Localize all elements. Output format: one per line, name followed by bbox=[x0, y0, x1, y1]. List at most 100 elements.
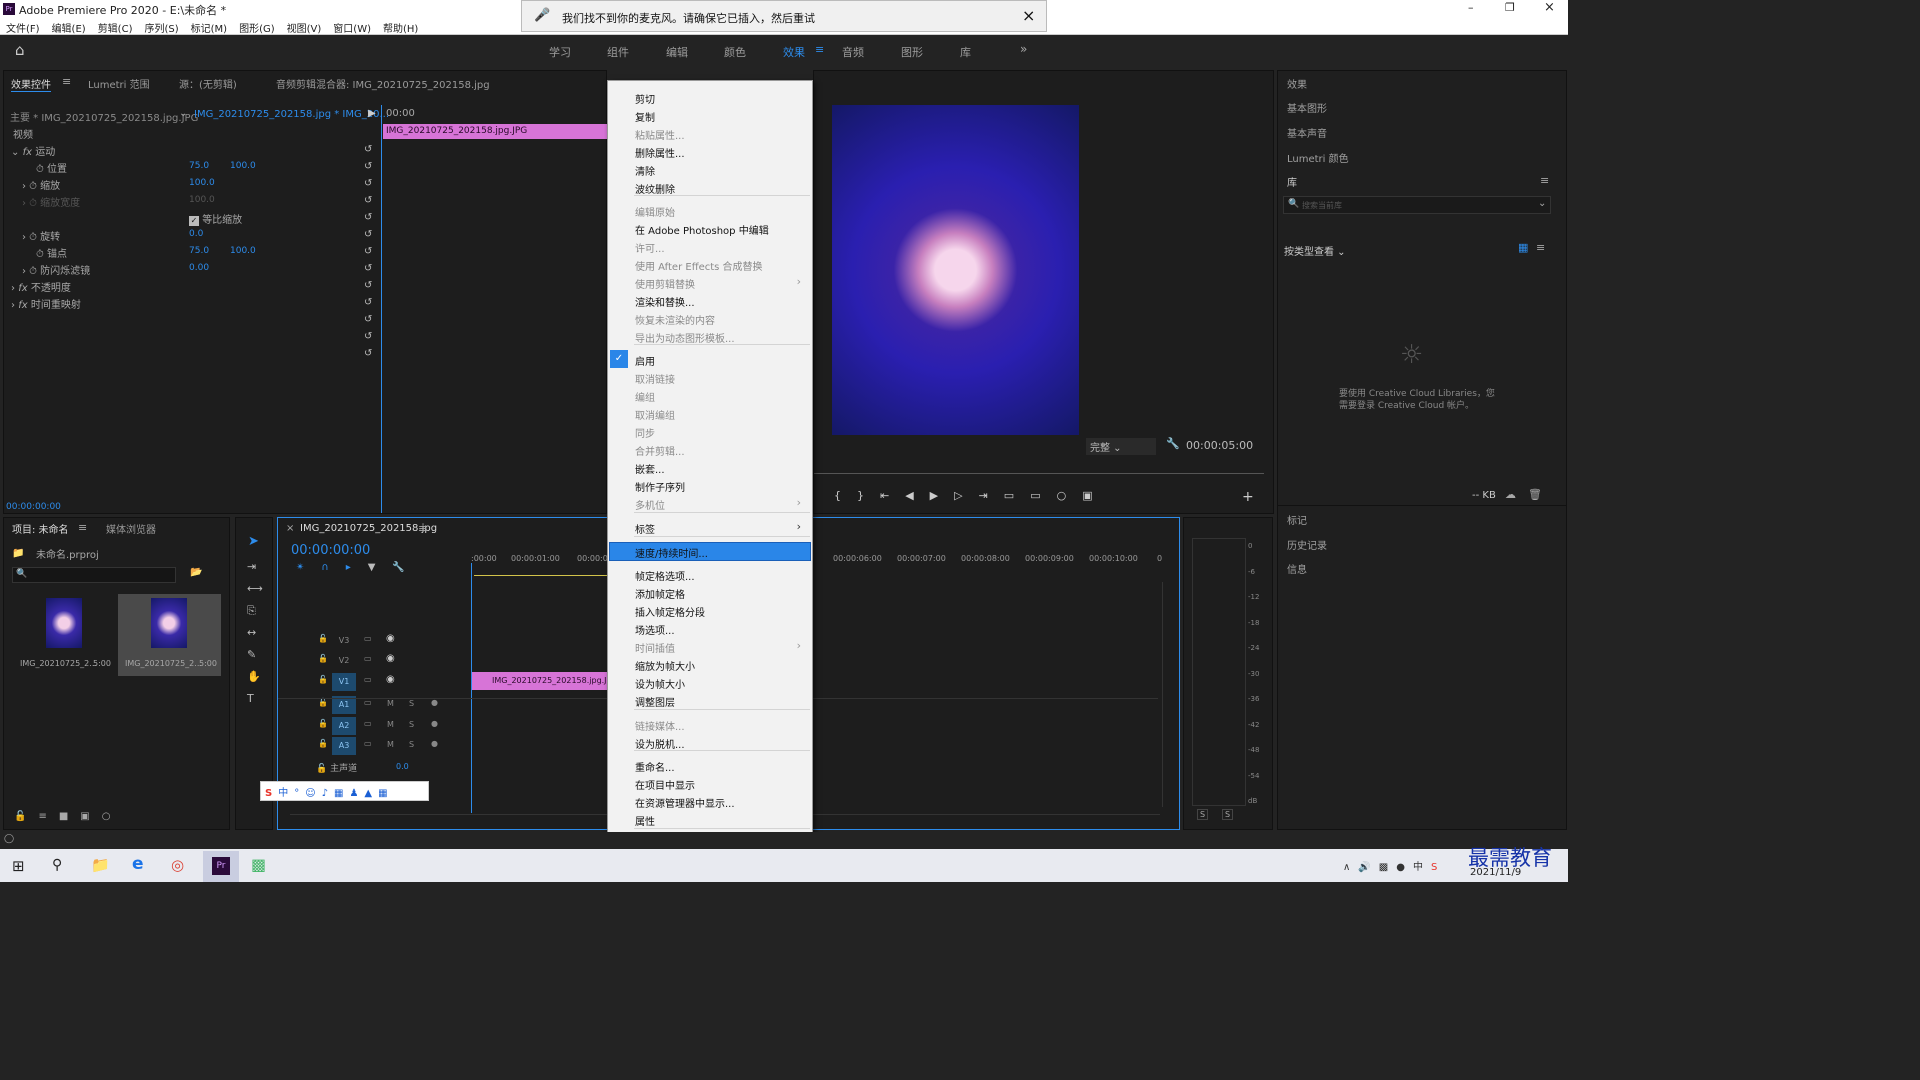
context-menu-item[interactable]: 在 Adobe Photoshop 中编辑 bbox=[610, 220, 810, 237]
context-menu-item[interactable]: 清除 bbox=[610, 161, 810, 178]
wrench-icon[interactable]: 🔧 bbox=[1166, 437, 1180, 450]
fx-motion[interactable]: ⌄ fx 运动 bbox=[11, 143, 55, 158]
windows-start-icon[interactable]: ⊞ bbox=[12, 857, 25, 875]
context-menu-item[interactable]: 设为帧大小 bbox=[610, 674, 810, 691]
new-bin-icon[interactable]: 📂 bbox=[190, 567, 202, 578]
track-label[interactable]: V1 bbox=[332, 673, 356, 691]
panel-effects[interactable]: 效果 bbox=[1287, 76, 1307, 91]
more-workspaces-icon[interactable]: » bbox=[1020, 42, 1027, 56]
context-menu-item[interactable]: 插入帧定格分段 bbox=[610, 602, 810, 619]
library-menu-icon[interactable]: ≡ bbox=[1540, 174, 1549, 187]
anchor-x[interactable]: 75.0 bbox=[189, 246, 209, 256]
timeline-clip[interactable]: IMG_20210725_202158.jpg.JPG bbox=[472, 672, 618, 690]
menu-item[interactable]: 图形(G) bbox=[239, 24, 275, 35]
project-footer-icons[interactable]: 🔓≡■▣○ bbox=[14, 811, 122, 822]
context-menu-item[interactable]: 速度/持续时间... bbox=[609, 542, 811, 561]
panel-markers[interactable]: 标记 bbox=[1287, 512, 1307, 527]
trash-icon[interactable]: 🗑 bbox=[1528, 488, 1542, 501]
lock-icon[interactable]: 🔓 bbox=[318, 675, 328, 684]
project-item-1[interactable]: IMG_20210725_2... 5:00 bbox=[12, 594, 115, 676]
sync-lock-icon[interactable]: ▭ bbox=[364, 698, 372, 707]
workspace-learn[interactable]: 学习 bbox=[549, 44, 571, 60]
eye-icon[interactable]: ◉ bbox=[386, 653, 395, 664]
menu-item[interactable]: 剪辑(C) bbox=[98, 24, 133, 35]
sync-lock-icon[interactable]: ▭ bbox=[364, 675, 372, 684]
vertical-scrollbar[interactable] bbox=[1162, 582, 1170, 807]
context-menu-item[interactable]: 属性 bbox=[610, 811, 810, 828]
menu-item[interactable]: 标记(M) bbox=[191, 24, 227, 35]
library-search[interactable]: 🔍 搜索当前库 ⌄ bbox=[1283, 196, 1551, 214]
search-icon[interactable]: ⚲ bbox=[52, 857, 62, 873]
microphone-icon[interactable]: ● bbox=[431, 698, 438, 707]
solo-right-button[interactable]: S bbox=[1222, 809, 1234, 820]
context-menu-item[interactable]: 启用 ✓ bbox=[610, 350, 810, 368]
grid-view-icon[interactable]: ▦ bbox=[1518, 241, 1528, 254]
context-menu-item[interactable]: 在项目中显示 bbox=[610, 775, 810, 792]
home-icon[interactable]: ⌂ bbox=[15, 41, 25, 59]
solo-button[interactable]: S bbox=[409, 740, 414, 749]
context-menu-item[interactable]: 嵌套... bbox=[610, 459, 810, 476]
sequence-tab[interactable]: IMG_20210725_202158.jpg bbox=[300, 523, 437, 534]
fit-dropdown[interactable]: 完整 ⌄ bbox=[1086, 438, 1156, 455]
file-explorer-icon[interactable]: 📁 bbox=[91, 856, 110, 874]
context-menu-item[interactable]: 渲染和替换... bbox=[610, 292, 810, 309]
sequence-menu-icon[interactable]: ≡ bbox=[418, 522, 427, 535]
lock-icon[interactable]: 🔓 bbox=[318, 634, 328, 643]
close-icon[interactable]: × bbox=[1544, 0, 1555, 15]
timeline-ruler[interactable]: :00:00 00:00:01:00 00:00:0 00:00:06:00 00:00… bbox=[471, 554, 1162, 574]
notification-close-icon[interactable]: × bbox=[1022, 6, 1035, 25]
microphone-icon[interactable]: ● bbox=[431, 739, 438, 748]
selection-tool-icon[interactable]: ➤ bbox=[248, 534, 259, 549]
close-tab-icon[interactable]: × bbox=[286, 523, 294, 534]
anchor-y[interactable]: 100.0 bbox=[230, 246, 256, 256]
panel-history[interactable]: 历史记录 bbox=[1287, 537, 1327, 552]
sync-lock-icon[interactable]: ▭ bbox=[364, 719, 372, 728]
sequence-clip-label[interactable]: IMG_20210725_202158.jpg * IMG_20... bbox=[194, 109, 389, 120]
minimize-icon[interactable]: – bbox=[1468, 1, 1474, 14]
fx-opacity[interactable]: › fx 不透明度 bbox=[11, 279, 71, 294]
context-menu-item[interactable]: 在资源管理器中显示... bbox=[610, 793, 810, 810]
eye-icon[interactable]: ◉ bbox=[386, 633, 395, 644]
eye-icon[interactable]: ◉ bbox=[386, 674, 395, 685]
panel-info[interactable]: 信息 bbox=[1287, 561, 1307, 576]
fx-time-remap[interactable]: › fx 时间重映射 bbox=[11, 296, 81, 311]
workspace-assembly[interactable]: 组件 bbox=[607, 44, 629, 60]
master-clip-label[interactable]: 主要 * IMG_20210725_202158.jpg.JPG bbox=[10, 109, 198, 124]
mute-button[interactable]: M bbox=[387, 699, 394, 708]
lock-icon[interactable]: 🔓 bbox=[318, 719, 328, 728]
context-menu-item[interactable]: 重命名... bbox=[610, 757, 810, 774]
view-by-type[interactable]: 按类型查看 ⌄ bbox=[1284, 243, 1346, 258]
tab-effect-controls[interactable]: 效果控件 bbox=[11, 76, 51, 92]
panel-libraries[interactable]: 库 bbox=[1287, 174, 1297, 189]
tab-lumetri-scopes[interactable]: Lumetri 范围 bbox=[88, 76, 150, 91]
premiere-taskbar-icon[interactable]: Pr bbox=[203, 851, 239, 882]
flicker-value[interactable]: 0.00 bbox=[189, 263, 209, 273]
menu-item[interactable]: 编辑(E) bbox=[52, 24, 86, 35]
tray-icons[interactable]: ∧🔊▩●中S bbox=[1343, 858, 1445, 873]
lock-icon[interactable]: 🔓 bbox=[318, 739, 328, 748]
timeline-timecode[interactable]: 00:00:00:00 bbox=[291, 543, 370, 558]
transport-controls[interactable]: {}⇤◀▶▷⇥▭▭○▣ bbox=[834, 489, 1109, 502]
tool-icons[interactable]: ⇥ ⟷ ⎘ ↔ ✎ ✋ T bbox=[247, 556, 263, 710]
context-menu-item[interactable]: 剪切 bbox=[610, 89, 810, 106]
lock-icon[interactable]: 🔓 bbox=[318, 654, 328, 663]
maximize-icon[interactable]: ❐ bbox=[1505, 1, 1515, 14]
solo-button[interactable]: S bbox=[409, 720, 414, 729]
context-menu-item[interactable]: 制作子序列 bbox=[610, 477, 810, 494]
menu-item[interactable]: 视图(V) bbox=[287, 24, 322, 35]
menu-item[interactable]: 帮助(H) bbox=[383, 24, 418, 35]
track-label[interactable]: V3 bbox=[332, 632, 356, 650]
lock-icon[interactable]: 🔓 bbox=[316, 764, 327, 774]
context-menu-item[interactable]: 添加帧定格 bbox=[610, 584, 810, 601]
workspace-graphics[interactable]: 图形 bbox=[901, 44, 923, 60]
list-view-icon[interactable]: ≡ bbox=[1536, 241, 1545, 254]
workspace-audio[interactable]: 音频 bbox=[842, 44, 864, 60]
ec-timecode[interactable]: 00:00:00:00 bbox=[6, 502, 61, 512]
position-x[interactable]: 75.0 bbox=[189, 161, 209, 171]
context-menu-item[interactable]: 缩放为帧大小 bbox=[610, 656, 810, 673]
workspace-libraries[interactable]: 库 bbox=[960, 44, 971, 60]
context-menu-item[interactable]: 调整图层 bbox=[610, 692, 810, 709]
ime-toolbar[interactable]: S中°☺♪▦♟▲▦ bbox=[260, 781, 429, 801]
context-menu-item[interactable]: 帧定格选项... bbox=[610, 566, 810, 583]
app-icon[interactable]: ▩ bbox=[251, 855, 266, 874]
